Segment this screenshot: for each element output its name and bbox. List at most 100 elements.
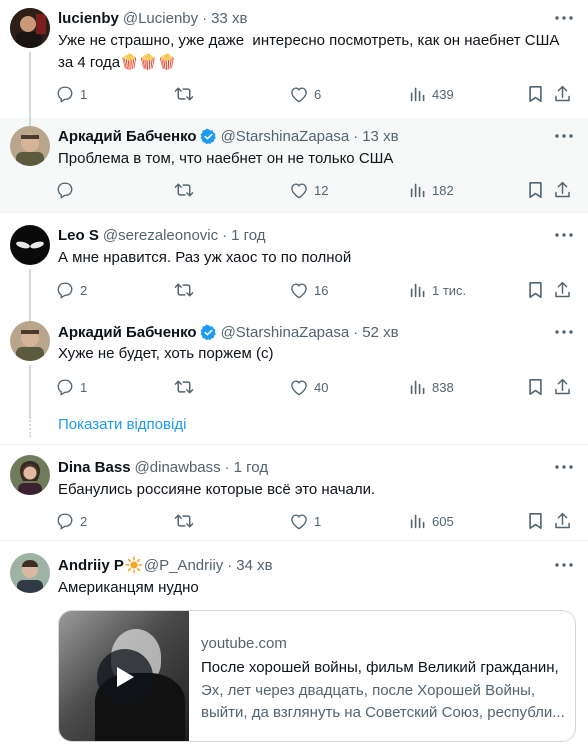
views-icon: [410, 514, 425, 529]
play-icon[interactable]: [97, 649, 153, 705]
tweet[interactable]: Аркадий Бабченко @StarshinaZapasa · 13 х…: [0, 118, 588, 212]
tweet-actions: 1 40 838: [48, 377, 571, 397]
share-button[interactable]: [554, 180, 571, 200]
bookmark-button[interactable]: [528, 180, 543, 200]
author-name[interactable]: lucienby: [58, 10, 119, 27]
link-card[interactable]: youtube.com После хорошей войны, фильм В…: [58, 610, 576, 742]
share-icon: [555, 512, 570, 529]
like-button[interactable]: 12: [290, 180, 328, 200]
show-replies-link[interactable]: Показати відповіді: [58, 416, 186, 433]
separator-dot: ·: [353, 127, 359, 145]
like-icon: [291, 379, 307, 395]
share-button[interactable]: [554, 84, 571, 104]
bookmark-button[interactable]: [528, 377, 543, 397]
card-desc-line: выйти, да взглянуть на Советский Союз, р…: [201, 704, 565, 721]
share-button[interactable]: [554, 280, 571, 300]
avatar[interactable]: [10, 553, 50, 593]
reply-button[interactable]: [56, 180, 80, 200]
author-name[interactable]: Andriiy P: [58, 557, 124, 574]
avatar[interactable]: [10, 321, 50, 361]
tweet[interactable]: Dina Bass @dinawbass · 1 год Ебанулись р…: [0, 445, 588, 540]
like-button[interactable]: 40: [290, 377, 328, 397]
views-button[interactable]: 605: [410, 511, 454, 531]
retweet-button[interactable]: [174, 180, 200, 200]
retweet-button[interactable]: [174, 280, 200, 300]
like-count: 40: [314, 379, 329, 395]
share-button[interactable]: [554, 377, 571, 397]
more-icon[interactable]: [554, 457, 574, 477]
like-count: 1: [314, 513, 322, 529]
bookmark-button[interactable]: [528, 84, 543, 104]
like-button[interactable]: 1: [290, 511, 321, 531]
more-icon[interactable]: [554, 126, 574, 146]
more-icon[interactable]: [554, 8, 574, 28]
bookmark-icon: [529, 378, 542, 396]
like-count: 6: [314, 86, 322, 102]
more-icon[interactable]: [554, 225, 574, 245]
retweet-button[interactable]: [174, 377, 200, 397]
like-button[interactable]: 6: [290, 84, 321, 104]
separator-dot: ·: [227, 556, 233, 574]
verified-icon: [200, 324, 217, 341]
more-icon[interactable]: [554, 322, 574, 342]
reply-icon: [57, 513, 73, 530]
reply-icon: [57, 86, 73, 103]
video-thumbnail[interactable]: [59, 611, 189, 741]
views-icon: [410, 183, 425, 198]
author-handle[interactable]: @StarshinaZapasa: [221, 128, 350, 145]
avatar[interactable]: [10, 455, 50, 495]
tweet-time[interactable]: 13 хв: [362, 128, 398, 145]
share-icon: [555, 281, 570, 298]
bookmark-button[interactable]: [528, 280, 543, 300]
views-icon: [410, 283, 425, 298]
views-button[interactable]: 439: [410, 84, 454, 104]
tweet-time[interactable]: 34 хв: [236, 557, 272, 574]
views-button[interactable]: 838: [410, 377, 454, 397]
tweet[interactable]: lucienby @Lucienby · 33 хв Уже не страшн…: [0, 0, 588, 118]
tweet[interactable]: Аркадий Бабченко @StarshinaZapasa · 52 х…: [0, 313, 588, 444]
author-handle[interactable]: @P_Andriiy: [144, 557, 223, 574]
tweet-time[interactable]: 1 год: [234, 459, 268, 476]
views-count: 439: [432, 86, 454, 102]
reply-button[interactable]: 2: [56, 511, 87, 531]
bookmark-icon: [529, 85, 542, 103]
thread-line: [29, 52, 31, 118]
tweet-time[interactable]: 33 хв: [211, 10, 247, 27]
avatar[interactable]: [10, 126, 50, 166]
author-handle[interactable]: @Lucienby: [123, 10, 198, 27]
author-handle[interactable]: @StarshinaZapasa: [221, 324, 350, 341]
separator-dot: ·: [224, 458, 230, 476]
views-button[interactable]: 182: [410, 180, 454, 200]
author-name[interactable]: Leo S: [58, 227, 99, 244]
share-button[interactable]: [554, 511, 571, 531]
tweet-time[interactable]: 1 год: [231, 227, 265, 244]
views-button[interactable]: 1 тис.: [410, 280, 466, 300]
thread-line: [29, 313, 31, 321]
like-button[interactable]: 16: [290, 280, 328, 300]
retweet-button[interactable]: [174, 511, 200, 531]
reply-button[interactable]: 1: [56, 377, 87, 397]
views-count: 838: [432, 379, 454, 395]
author-handle[interactable]: @dinawbass: [135, 459, 221, 476]
more-icon[interactable]: [554, 555, 574, 575]
views-count: 605: [432, 513, 454, 529]
avatar[interactable]: [10, 8, 50, 48]
card-description: Эх, лет через двадцать, после Хорошей Во…: [201, 680, 565, 724]
tweet-text: Американцям нудно: [58, 579, 199, 596]
author-handle[interactable]: @serezaleonovic: [103, 227, 218, 244]
tweet-header: Dina Bass @dinawbass · 1 год: [58, 457, 268, 477]
bookmark-button[interactable]: [528, 511, 543, 531]
author-name[interactable]: Аркадий Бабченко: [58, 324, 197, 341]
avatar[interactable]: [10, 225, 50, 265]
tweet-header: Andriiy P @P_Andriiy · 34 хв: [58, 555, 273, 575]
share-icon: [555, 378, 570, 395]
reply-button[interactable]: 1: [56, 84, 87, 104]
views-icon: [410, 380, 425, 395]
tweet[interactable]: Leo S @serezaleonovic · 1 год А мне нрав…: [0, 213, 588, 313]
retweet-button[interactable]: [174, 84, 200, 104]
retweet-icon: [174, 380, 194, 394]
tweet-time[interactable]: 52 хв: [362, 324, 398, 341]
author-name[interactable]: Аркадий Бабченко: [58, 128, 197, 145]
author-name[interactable]: Dina Bass: [58, 459, 131, 476]
reply-button[interactable]: 2: [56, 280, 87, 300]
